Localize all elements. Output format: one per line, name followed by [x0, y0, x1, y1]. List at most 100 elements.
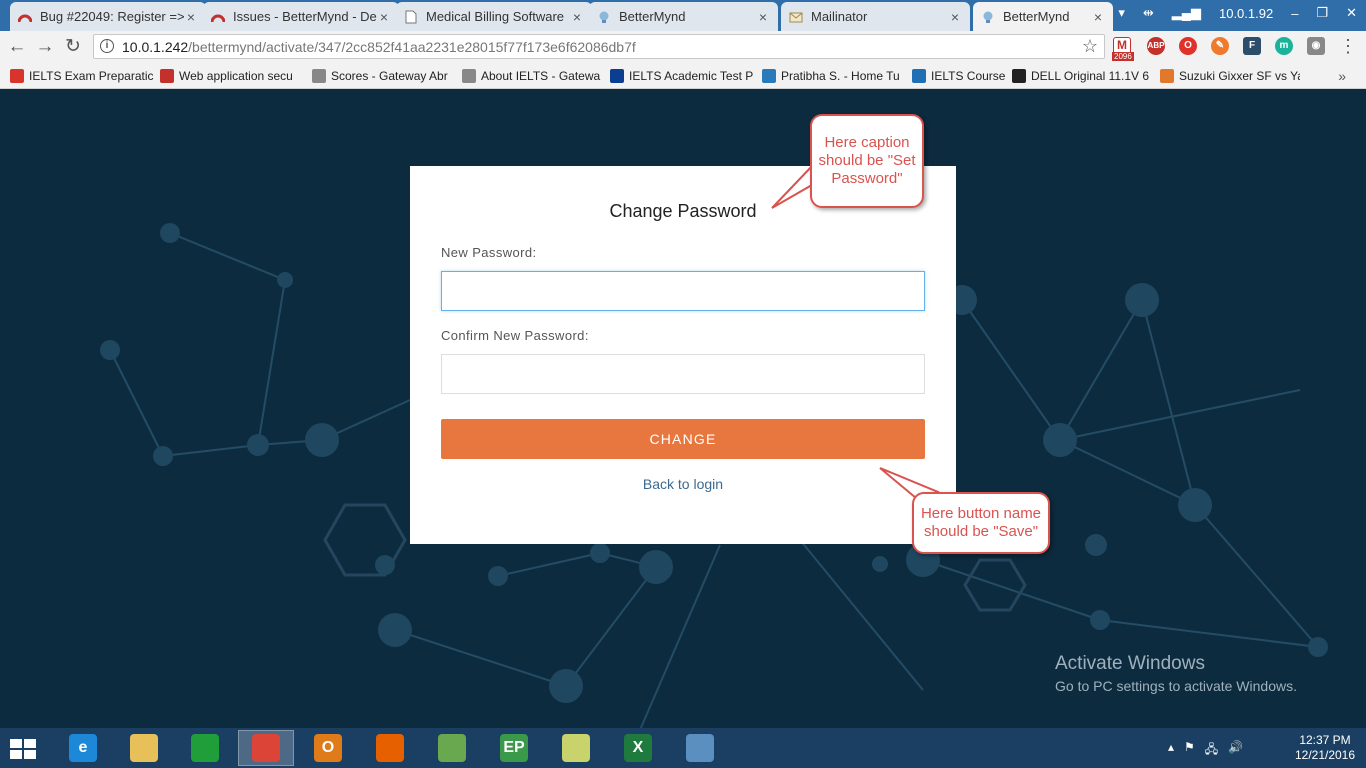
callout-text: Here caption should be "Set Password": [818, 134, 916, 187]
signal-icon: ▂▄▆: [1171, 5, 1201, 20]
bookmark-label: About IELTS - Gatewa: [481, 69, 601, 83]
close-icon[interactable]: ×: [184, 9, 198, 25]
close-icon[interactable]: ×: [1091, 9, 1105, 25]
forward-arrow-icon[interactable]: →: [34, 37, 56, 59]
new-password-field[interactable]: [441, 271, 925, 311]
chrome-icon: [252, 734, 280, 762]
bookmark-label: Scores - Gateway Abr: [331, 69, 448, 83]
bookmark-label: Web application secu: [179, 69, 293, 83]
taskbar-app[interactable]: [424, 730, 480, 766]
system-tray: ▴ ⚑ 🖧 🔊: [1168, 740, 1243, 761]
volume-icon[interactable]: 🔊: [1228, 740, 1243, 761]
redmine-icon: [18, 10, 32, 24]
bookmarks-bar: IELTS Exam Preparatic Web application se…: [0, 63, 1366, 89]
restore-icon[interactable]: ❐: [1307, 5, 1337, 21]
firefox-icon: [376, 734, 404, 762]
bookmark-item[interactable]: Scores - Gateway Abr: [312, 68, 457, 84]
bookmark-item[interactable]: DELL Original 11.1V 6: [1012, 68, 1152, 84]
reload-icon[interactable]: ↻: [62, 37, 84, 59]
excel-icon: X: [624, 734, 652, 762]
bookmark-icon: [1160, 69, 1174, 83]
callout-text: Here button name should be "Save": [920, 505, 1042, 540]
taskbar-app[interactable]: [116, 730, 172, 766]
chevron-down-icon[interactable]: ▾: [1109, 5, 1134, 21]
opera-icon[interactable]: O: [1179, 37, 1197, 55]
close-window-icon[interactable]: ✕: [1337, 5, 1366, 21]
tab-bug-22049[interactable]: Bug #22049: Register => ×: [10, 2, 206, 31]
back-arrow-icon[interactable]: ←: [6, 37, 28, 59]
tab-medical-billing[interactable]: Medical Billing Software ×: [396, 2, 592, 31]
activate-windows-watermark: Activate Windows Go to PC settings to ac…: [1055, 653, 1297, 694]
tool-extension-icon[interactable]: ✎: [1211, 37, 1229, 55]
tab-mailinator[interactable]: Mailinator ×: [781, 2, 970, 31]
taskbar-app[interactable]: e: [55, 730, 111, 766]
tab-title: Bug #22049: Register =>: [40, 9, 184, 24]
ep-app-icon: EP: [500, 734, 528, 762]
menu-icon[interactable]: ⋮: [1339, 37, 1357, 55]
bookmark-item[interactable]: About IELTS - Gatewa: [462, 68, 602, 84]
bookmark-item[interactable]: IELTS Course: [912, 68, 1007, 84]
bookmark-label: IELTS Academic Test P: [629, 69, 754, 83]
network-icon[interactable]: 🖧: [1205, 740, 1218, 761]
close-icon[interactable]: ×: [570, 9, 584, 25]
page-content: Change Password New Password: Confirm Ne…: [0, 90, 1366, 728]
close-icon[interactable]: ×: [756, 9, 770, 25]
windows-store-icon: [191, 734, 219, 762]
chevron-up-icon[interactable]: ▴: [1168, 740, 1174, 761]
caption-callout: Here caption should be "Set Password": [810, 114, 924, 208]
adblock-plus-icon[interactable]: ABP: [1147, 37, 1165, 55]
mercury-icon[interactable]: m: [1275, 37, 1293, 55]
tab-bettermynd-1[interactable]: BetterMynd ×: [589, 2, 778, 31]
close-icon[interactable]: ×: [377, 9, 391, 25]
taskbar-clock[interactable]: 12:37 PM 12/21/2016: [1290, 733, 1360, 763]
close-icon[interactable]: ×: [948, 9, 962, 25]
taskbar-app[interactable]: [362, 730, 418, 766]
window-controls: ▾ ⇹ ▂▄▆ 10.0.1.92 – ❐ ✕: [1109, 0, 1366, 26]
tab-issues-bettermynd[interactable]: Issues - BetterMynd - De ×: [203, 2, 399, 31]
address-bar[interactable]: i 10.0.1.242/bettermynd/activate/347/2cc…: [93, 34, 1105, 59]
bookmark-item[interactable]: IELTS Academic Test P: [610, 68, 755, 84]
windows-start-icon[interactable]: [8, 738, 38, 760]
sticky-notes-icon: [562, 734, 590, 762]
url-path: /bettermynd/activate/347/2cc852f41aa2231…: [188, 39, 636, 55]
feedly-icon[interactable]: F: [1243, 37, 1261, 55]
confirm-password-field[interactable]: [441, 354, 925, 394]
bookmark-label: IELTS Exam Preparatic: [29, 69, 154, 83]
info-icon[interactable]: i: [100, 39, 114, 53]
browser-tab-strip: Bug #22049: Register => × Issues - Bette…: [0, 0, 1366, 31]
url-text[interactable]: 10.0.1.242/bettermynd/activate/347/2cc85…: [122, 39, 636, 55]
taskbar-app[interactable]: [177, 730, 233, 766]
bookmark-icon: [10, 69, 24, 83]
taskbar-app[interactable]: O: [300, 730, 356, 766]
taskbar-app[interactable]: EP: [486, 730, 542, 766]
flag-icon[interactable]: ⚑: [1184, 740, 1195, 761]
gmail-badge: 2096: [1112, 52, 1134, 61]
taskbar-app[interactable]: [238, 730, 294, 766]
photos-icon: [686, 734, 714, 762]
taskbar-app[interactable]: X: [610, 730, 666, 766]
double-chevron-icon[interactable]: »: [1338, 68, 1346, 84]
change-password-card: Change Password New Password: Confirm Ne…: [410, 166, 956, 544]
camera-icon[interactable]: ◉: [1307, 37, 1325, 55]
browser-toolbar: ← → ↻ i 10.0.1.242/bettermynd/activate/3…: [0, 31, 1366, 63]
bookmark-icon: [912, 69, 926, 83]
mail-icon: [789, 10, 803, 24]
bookmark-label: IELTS Course: [931, 69, 1006, 83]
bookmark-item[interactable]: Pratibha S. - Home Tu: [762, 68, 900, 84]
tab-bettermynd-active[interactable]: BetterMynd ×: [973, 2, 1113, 31]
bookmark-label: Pratibha S. - Home Tu: [781, 69, 900, 83]
clock-date: 12/21/2016: [1294, 748, 1356, 762]
confirm-password-label: Confirm New Password:: [441, 328, 589, 343]
bookmark-item[interactable]: Web application secu: [160, 68, 305, 84]
change-button[interactable]: CHANGE: [441, 419, 925, 459]
bookmark-label: DELL Original 11.1V 6: [1031, 69, 1150, 83]
network-toggle-icon[interactable]: ⇹: [1134, 5, 1163, 21]
taskbar-app[interactable]: [548, 730, 604, 766]
bookmark-star-icon[interactable]: ☆: [1082, 36, 1098, 57]
internet-explorer-icon: e: [69, 734, 97, 762]
minimize-icon[interactable]: –: [1282, 6, 1307, 21]
bookmark-item[interactable]: IELTS Exam Preparatic: [10, 68, 155, 84]
back-to-login-link[interactable]: Back to login: [410, 476, 956, 492]
taskbar-app[interactable]: [672, 730, 728, 766]
bookmark-item[interactable]: Suzuki Gixxer SF vs Ya: [1160, 68, 1300, 84]
